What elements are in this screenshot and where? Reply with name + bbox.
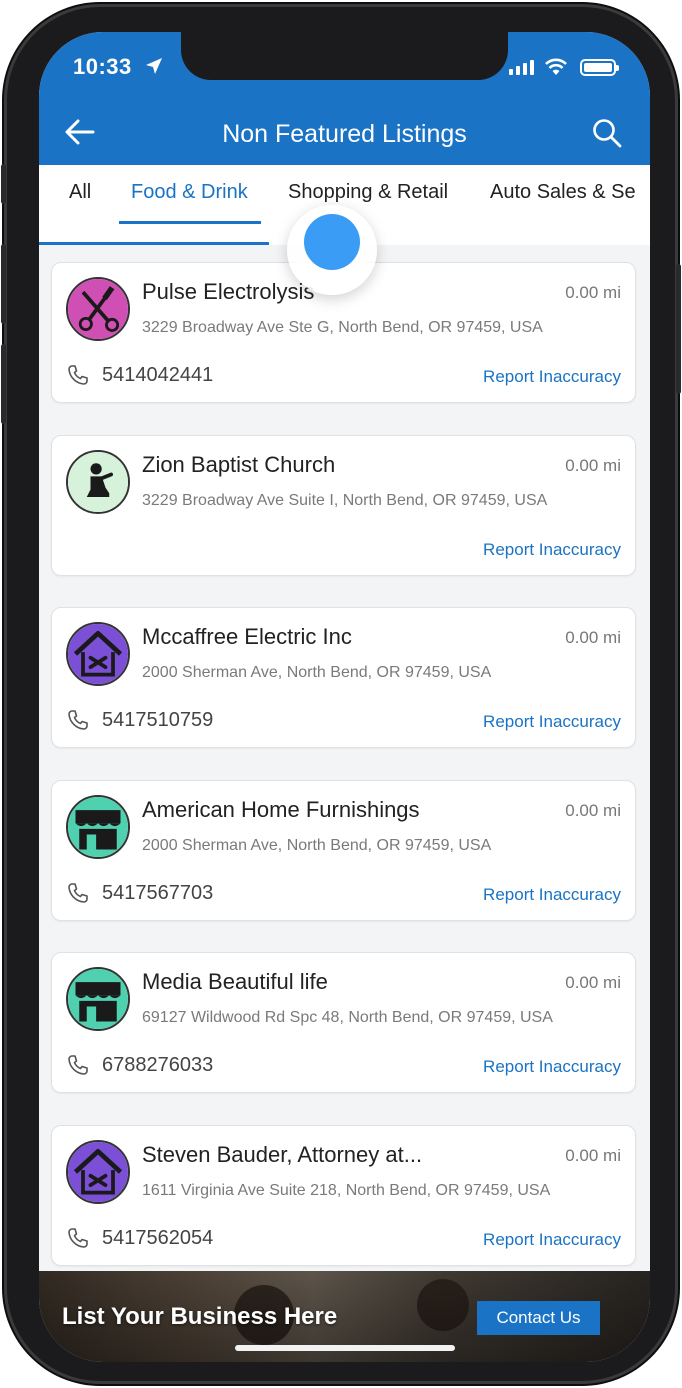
listing-name: Steven Bauder, Attorney at...	[142, 1141, 423, 1167]
phone-icon	[68, 1055, 88, 1075]
phone-icon	[68, 710, 88, 730]
listing-card[interactable]: Zion Baptist Church 0.00 mi 3229 Broadwa…	[51, 434, 636, 576]
report-inaccuracy-link[interactable]: Report Inaccuracy	[483, 367, 621, 387]
status-time: 10:33	[73, 54, 132, 79]
storefront-icon	[66, 794, 130, 859]
report-inaccuracy-link[interactable]: Report Inaccuracy	[483, 1230, 621, 1250]
tab-food-drink[interactable]: Food & Drink	[131, 181, 248, 204]
report-inaccuracy-link[interactable]: Report Inaccuracy	[483, 712, 621, 732]
listing-address: 1611 Virginia Ave Suite 218, North Bend,…	[142, 1181, 551, 1199]
active-tab-indicator	[119, 221, 261, 224]
side-button	[1, 164, 6, 204]
listing-card[interactable]: Mccaffree Electric Inc 0.00 mi 2000 Sher…	[51, 607, 636, 748]
listing-address: 69127 Wildwood Rd Spc 48, North Bend, OR…	[142, 1009, 553, 1026]
touch-indicator	[304, 214, 360, 270]
phone-icon	[68, 365, 88, 385]
report-inaccuracy-link[interactable]: Report Inaccuracy	[483, 1057, 621, 1077]
tab-auto-sales[interactable]: Auto Sales & Se	[490, 181, 636, 204]
listing-distance: 0.00 mi	[565, 283, 621, 302]
storefront-icon	[66, 967, 130, 1031]
app-screen: 10:33 Non Featured Listings All Food & D…	[39, 32, 650, 1362]
listing-card[interactable]: Media Beautiful life 0.00 mi 69127 Wildw…	[51, 952, 636, 1093]
listing-phone[interactable]: 5417562054	[102, 1227, 213, 1250]
listing-name: Pulse Electrolysis	[142, 279, 315, 304]
listing-distance: 0.00 mi	[565, 1145, 621, 1165]
listing-address: 2000 Sherman Ave, North Bend, OR 97459, …	[142, 664, 492, 681]
report-inaccuracy-link[interactable]: Report Inaccuracy	[483, 540, 621, 560]
listing-address: 3229 Broadway Ave Ste G, North Bend, OR …	[142, 319, 543, 336]
home-services-icon	[66, 622, 130, 686]
report-inaccuracy-link[interactable]: Report Inaccuracy	[483, 885, 621, 905]
wifi-icon	[545, 58, 567, 75]
phone-icon	[68, 1227, 88, 1248]
tab-scroll-indicator	[39, 242, 269, 245]
listing-phone[interactable]: 6788276033	[102, 1054, 213, 1077]
phone-frame: 10:33 Non Featured Listings All Food & D…	[1, 4, 681, 1384]
home-indicator[interactable]	[235, 1345, 455, 1351]
listing-distance: 0.00 mi	[565, 628, 621, 647]
volume-up-button	[1, 244, 6, 324]
listing-name: Media Beautiful life	[142, 969, 328, 994]
listing-address: 2000 Sherman Ave, North Bend, OR 97459, …	[142, 836, 492, 854]
volume-down-button	[1, 344, 6, 424]
salon-scissors-icon	[66, 277, 130, 341]
search-icon[interactable]	[591, 117, 623, 149]
page-title: Non Featured Listings	[222, 120, 467, 148]
listing-phone[interactable]: 5417510759	[102, 709, 213, 732]
listing-phone[interactable]: 5414042441	[102, 364, 213, 387]
listing-card[interactable]: American Home Furnishings 0.00 mi 2000 S…	[51, 779, 636, 921]
listing-list: Pulse Electrolysis 0.00 mi 3229 Broadway…	[51, 262, 636, 1297]
home-services-icon	[66, 1139, 130, 1204]
listing-address: 3229 Broadway Ave Suite I, North Bend, O…	[142, 491, 548, 509]
cellular-signal-icon	[509, 60, 534, 75]
listing-card[interactable]: Steven Bauder, Attorney at... 0.00 mi 16…	[51, 1124, 636, 1266]
listing-distance: 0.00 mi	[565, 973, 621, 992]
power-button	[676, 264, 681, 394]
listing-distance: 0.00 mi	[565, 800, 621, 820]
banner-headline: List Your Business Here	[62, 1303, 338, 1330]
listing-name: Mccaffree Electric Inc	[142, 624, 352, 649]
phone-icon	[68, 882, 88, 903]
listing-distance: 0.00 mi	[565, 455, 621, 475]
listing-name: American Home Furnishings	[142, 796, 420, 822]
contact-us-button[interactable]: Contact Us	[477, 1301, 600, 1335]
location-arrow-icon	[146, 58, 162, 74]
praying-person-icon	[66, 449, 130, 514]
listing-phone[interactable]: 5417567703	[102, 882, 213, 905]
notch	[181, 32, 508, 80]
listing-name: Zion Baptist Church	[142, 451, 336, 477]
battery-icon	[580, 59, 619, 76]
tab-all[interactable]: All	[69, 181, 91, 204]
tab-shopping-retail[interactable]: Shopping & Retail	[288, 181, 448, 204]
